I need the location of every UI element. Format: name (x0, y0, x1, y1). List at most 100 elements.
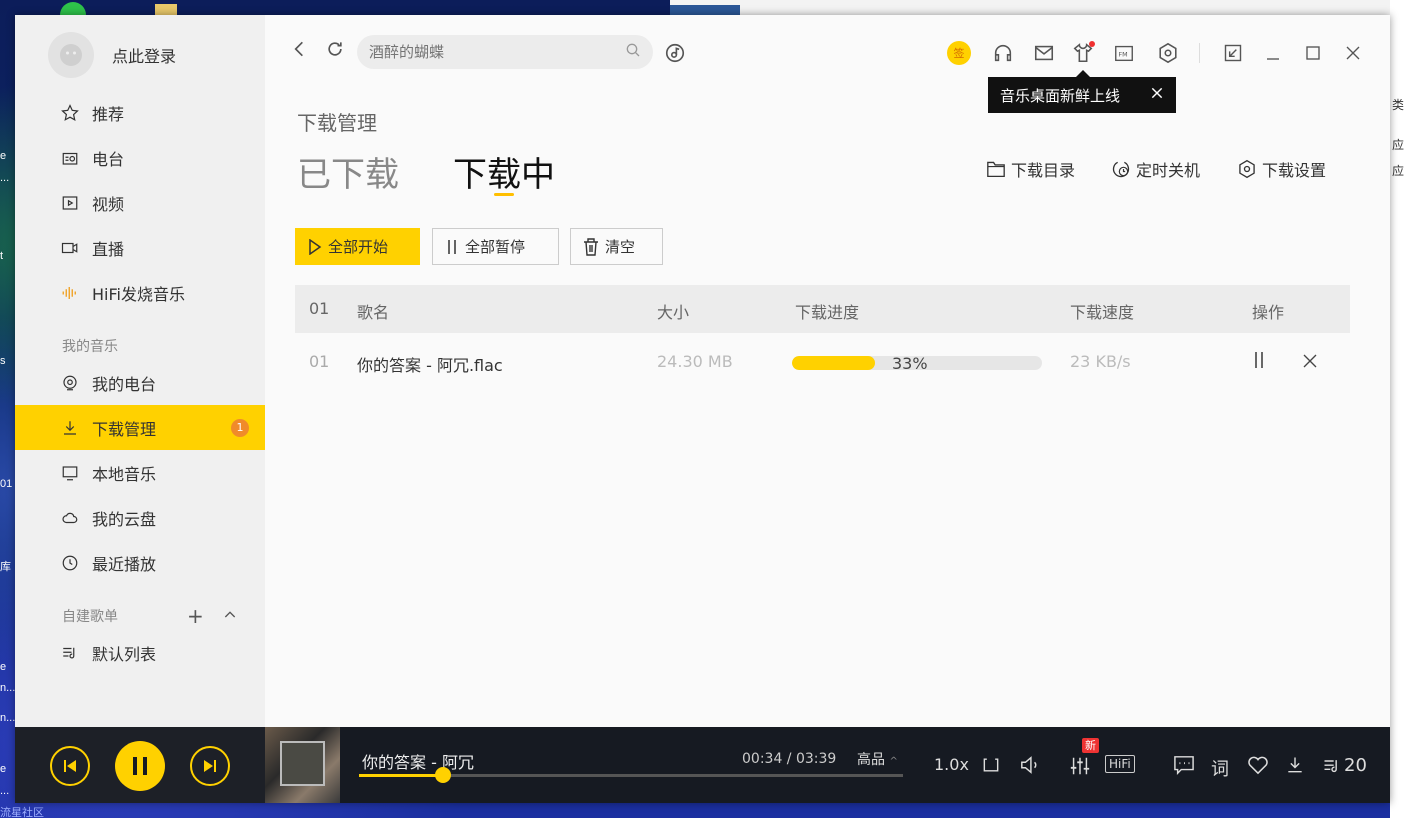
music-app-window: 点此登录 推荐 电台 视频 直播 HiFi发烧音乐 我的音乐 我的电台 下载管理… (15, 15, 1390, 803)
minimize-icon[interactable] (1261, 41, 1285, 65)
download-count-badge: 1 (231, 418, 249, 437)
sidebar-item-radio[interactable]: 电台 (15, 135, 265, 180)
header-song-name: 歌名 (357, 303, 390, 322)
timer-shutdown-label: 定时关机 (1136, 161, 1201, 180)
heart-icon[interactable] (1247, 755, 1269, 775)
sidebar-item-live[interactable]: 直播 (15, 225, 265, 270)
tooltip-close-icon[interactable] (1150, 86, 1164, 104)
close-icon[interactable] (1341, 41, 1365, 65)
player-controls (15, 727, 265, 803)
timer-shutdown-button[interactable]: 定时关机 (1111, 157, 1200, 181)
sidebar-item-label: 我的云盘 (92, 509, 157, 529)
tab-downloading[interactable]: 下载中 (453, 147, 555, 196)
sidebar-item-video[interactable]: 视频 (15, 180, 265, 225)
sidebar-item-label: 最近播放 (92, 554, 157, 574)
pause-all-button[interactable]: 全部暂停 (432, 228, 559, 265)
seek-bar-handle[interactable] (435, 767, 452, 783)
row-pause-icon[interactable] (1252, 351, 1266, 373)
desktop-label: 库 (0, 561, 11, 573)
header-progress: 下载进度 (795, 303, 860, 322)
table-header: 01 歌名 大小 下载进度 下载速度 操作 (295, 285, 1350, 333)
playback-speed-button[interactable]: 1.0x (934, 755, 969, 774)
row-index: 01 (309, 352, 330, 371)
active-tab-indicator (494, 193, 514, 196)
sidebar-item-label: 直播 (92, 239, 125, 259)
play-outline-icon (309, 238, 322, 255)
clear-button[interactable]: 清空 (570, 228, 663, 265)
clock-icon (60, 553, 80, 573)
chevron-up-icon[interactable] (222, 604, 238, 628)
album-cover[interactable] (265, 727, 340, 803)
search-input[interactable] (369, 43, 609, 61)
next-button[interactable] (190, 746, 230, 786)
header-operations: 操作 (1252, 303, 1285, 322)
desktop-label: e (0, 150, 7, 162)
sidebar-item-hifi[interactable]: HiFi发烧音乐 (15, 270, 265, 315)
sidebar-item-label: 本地音乐 (92, 464, 157, 484)
tab-downloaded[interactable]: 已下载 (297, 147, 399, 196)
now-playing-title[interactable]: 你的答案 - 阿冗 (362, 749, 474, 773)
download-progress-fill (792, 356, 875, 370)
folder-icon (987, 161, 1005, 178)
playlist-icon (1324, 759, 1337, 772)
row-speed: 23 KB/s (1070, 352, 1131, 371)
sidebar-item-downloads[interactable]: 下载管理 1 (15, 405, 265, 450)
sign-in-label: 签 (947, 41, 971, 65)
sidebar-item-default-playlist[interactable]: 默认列表 (15, 630, 265, 675)
sidebar-item-my-radio[interactable]: 我的电台 (15, 360, 265, 405)
download-folder-button[interactable]: 下载目录 (986, 157, 1075, 181)
settings-hex-icon[interactable] (1156, 41, 1180, 65)
fm-radio-icon[interactable]: FM (1112, 41, 1136, 65)
pause-button[interactable] (115, 741, 165, 791)
header-size: 大小 (657, 303, 690, 322)
background-window-strip (670, 0, 1405, 15)
top-bar: 签 FM 音乐桌面新鲜上线 (265, 15, 1390, 113)
volume-icon[interactable] (1019, 755, 1041, 775)
headphones-icon[interactable] (991, 41, 1015, 65)
sign-in-icon[interactable]: 签 (947, 41, 971, 65)
download-settings-button[interactable]: 下载设置 (1237, 157, 1326, 181)
start-all-button[interactable]: 全部开始 (295, 228, 420, 265)
loop-mode-icon[interactable] (981, 755, 1001, 775)
sidebar-item-local-music[interactable]: 本地音乐 (15, 450, 265, 495)
hifi-button[interactable]: HiFi (1105, 755, 1135, 773)
sidebar-item-recommend[interactable]: 推荐 (15, 90, 265, 135)
previous-icon (64, 760, 76, 772)
music-recognition-icon[interactable] (663, 41, 687, 65)
avatar-placeholder-icon (60, 44, 82, 66)
desktop-label: ... (0, 172, 10, 184)
download-settings-label: 下载设置 (1262, 161, 1327, 180)
add-playlist-icon[interactable]: + (187, 604, 204, 628)
user-login[interactable]: 点此登录 (48, 32, 176, 78)
search-icon[interactable] (625, 42, 641, 62)
sidebar-item-cloud[interactable]: 我的云盘 (15, 495, 265, 540)
login-link[interactable]: 点此登录 (112, 43, 176, 67)
next-icon (204, 760, 216, 772)
skin-shirt-icon[interactable] (1071, 41, 1095, 65)
lyrics-button[interactable]: 词 (1211, 755, 1229, 781)
pause-all-label: 全部暂停 (465, 238, 526, 256)
desktop-label: s (0, 355, 6, 367)
mail-icon[interactable] (1032, 41, 1056, 65)
back-arrow-icon[interactable] (291, 39, 307, 64)
equalizer-icon[interactable] (1069, 755, 1091, 777)
previous-button[interactable] (50, 746, 90, 786)
row-cancel-icon[interactable] (1301, 352, 1319, 374)
search-box[interactable] (357, 35, 653, 69)
sidebar-item-recent[interactable]: 最近播放 (15, 540, 265, 585)
maximize-icon[interactable] (1301, 41, 1325, 65)
refresh-icon[interactable] (325, 39, 345, 64)
mini-mode-icon[interactable] (1221, 41, 1245, 65)
quality-selector[interactable]: 高品 ^ (857, 749, 898, 769)
comment-icon[interactable] (1173, 755, 1195, 775)
seek-bar-fill (359, 774, 444, 777)
video-icon (60, 193, 80, 213)
desktop-folder-icon[interactable] (155, 4, 177, 15)
playback-time: 00:34 / 03:39 (742, 751, 837, 767)
table-row[interactable]: 01 你的答案 - 阿冗.flac 24.30 MB 33% 23 KB/s (295, 337, 1350, 387)
sidebar-item-label: 下载管理 (92, 419, 157, 439)
playlist-queue-button[interactable]: 20 (1322, 755, 1367, 776)
avatar[interactable] (48, 32, 94, 78)
download-icon[interactable] (1285, 755, 1305, 775)
background-text: 应 (1392, 164, 1405, 178)
